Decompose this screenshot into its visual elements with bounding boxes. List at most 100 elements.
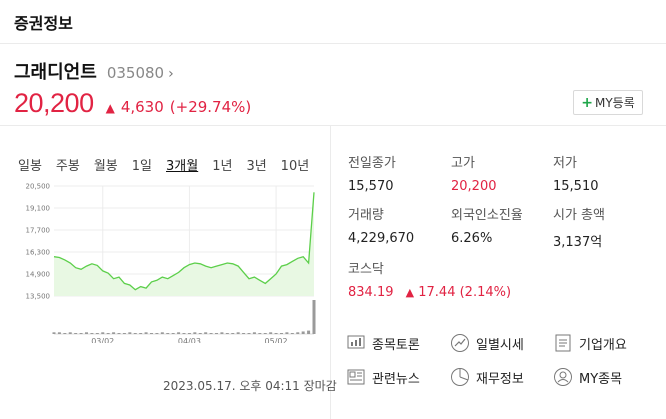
volume-bar xyxy=(160,332,164,334)
y-tick-label: 16,300 xyxy=(26,249,51,257)
volume-bar xyxy=(112,332,116,334)
tab-2[interactable]: 월봉 xyxy=(94,155,118,174)
volume-bar xyxy=(106,333,110,334)
price-chart: 20,500 19,100 17,700 16,300 14,900 13,500 03/0… xyxy=(14,178,324,343)
stock-summary: 그래디언트 035080 › 20,200 ▲ 4,630 (+29.74%) xyxy=(0,44,666,124)
stat-item: 거래량 4,229,670 xyxy=(348,204,414,246)
volume-bar xyxy=(57,332,61,334)
link-label: 일별시세 xyxy=(476,337,524,353)
volume-bar xyxy=(52,332,56,334)
volume-bar xyxy=(307,330,311,334)
volume-bar xyxy=(182,333,186,334)
x-tick-label: 05/02 xyxy=(265,337,288,343)
link-label: MY종목 xyxy=(579,371,623,387)
tab-0[interactable]: 일봉 xyxy=(18,155,42,174)
stat-value: 20,200 xyxy=(451,179,497,194)
volume-bar xyxy=(258,333,262,334)
volume-bar xyxy=(263,333,267,334)
x-tick-label: 03/02 xyxy=(91,337,114,343)
volume-bar xyxy=(269,332,273,334)
y-tick-label: 14,900 xyxy=(26,271,51,279)
stat-item: 고가 20,200 xyxy=(451,152,497,194)
volume-bar xyxy=(231,333,235,334)
link-label: 기업개요 xyxy=(579,337,627,353)
stat-value: 4,229,670 xyxy=(348,231,415,246)
price-row: 20,200 ▲ 4,630 (+29.74%) xyxy=(14,88,251,119)
tab-1[interactable]: 주봉 xyxy=(56,155,80,174)
tab-6[interactable]: 3년 xyxy=(246,155,266,174)
link-daily-chart[interactable]: 일별시세 xyxy=(450,333,524,353)
stat-item: 외국인소진율 6.26% xyxy=(451,204,523,246)
volume-bar xyxy=(171,333,175,334)
plus-icon: + xyxy=(581,94,593,111)
stock-name[interactable]: 그래디언트 xyxy=(14,58,97,84)
chevron-right-icon[interactable]: › xyxy=(168,66,174,82)
my-stocks-icon xyxy=(553,367,573,387)
price-chart-svg: 20,500 19,100 17,700 16,300 14,900 13,500 03/0… xyxy=(26,183,316,343)
volume-bar xyxy=(290,333,294,334)
tab-5[interactable]: 1년 xyxy=(212,155,232,174)
stat-label: 저가 xyxy=(553,156,577,171)
stat-label: 거래량 xyxy=(348,208,384,223)
volume-bar xyxy=(236,332,240,334)
stat-value: 3,137억 xyxy=(553,235,603,250)
up-arrow-icon: ▲ xyxy=(105,101,115,115)
volume-bar xyxy=(204,332,208,334)
divider xyxy=(330,125,331,419)
volume-bar xyxy=(79,333,83,334)
price-change-percent: (+29.74%) xyxy=(169,98,252,116)
kosdaq-values: 834.19 ▲ 17.44 (2.14%) xyxy=(348,285,511,300)
volume-bar xyxy=(128,332,132,334)
volume-bar xyxy=(252,332,256,334)
period-tabs: 일봉 주봉 월봉 1일 3개월 1년 3년 10년 xyxy=(18,155,309,174)
up-arrow-icon: ▲ xyxy=(405,286,415,299)
tab-4[interactable]: 3개월 xyxy=(166,155,198,174)
volume-bar xyxy=(90,333,94,334)
stat-value: 15,570 xyxy=(348,179,394,194)
daily-chart-icon xyxy=(450,333,470,353)
link-discussion[interactable]: 종목토론 xyxy=(346,333,420,353)
volume-bar xyxy=(68,332,72,334)
stock-name-row[interactable]: 그래디언트 035080 › xyxy=(14,58,174,84)
link-financial-pie[interactable]: 재무정보 xyxy=(450,367,524,387)
link-company-overview[interactable]: 기업개요 xyxy=(553,333,627,353)
volume-bar xyxy=(133,333,137,334)
stat-item: 시가 총액 3,137억 xyxy=(553,204,605,250)
link-my-stocks[interactable]: MY종목 xyxy=(553,367,622,387)
my-register-button[interactable]: + MY등록 xyxy=(573,90,643,115)
kosdaq-value: 834.19 xyxy=(348,285,394,300)
divider xyxy=(0,125,666,126)
volume-bar xyxy=(274,333,278,334)
stat-value: 15,510 xyxy=(553,179,599,194)
volume-bar xyxy=(301,331,305,334)
volume-bar xyxy=(74,333,78,334)
stat-label: 외국인소진율 xyxy=(451,208,523,223)
link-label: 종목토론 xyxy=(372,337,420,353)
volume-bar xyxy=(220,332,224,334)
volume-bar xyxy=(63,333,67,334)
link-label: 재무정보 xyxy=(476,371,524,387)
volume-bar xyxy=(85,332,88,334)
stat-label: 시가 총액 xyxy=(553,208,605,223)
y-tick-label: 19,100 xyxy=(26,205,51,213)
volume-bar xyxy=(187,333,191,334)
volume-bar xyxy=(280,333,283,334)
volume-bar xyxy=(177,332,181,334)
stat-item: 전일종가 15,570 xyxy=(348,152,396,194)
tab-7[interactable]: 10년 xyxy=(281,155,310,174)
link-news[interactable]: 관련뉴스 xyxy=(346,367,420,387)
tab-3[interactable]: 1일 xyxy=(132,155,152,174)
volume-bar xyxy=(144,332,148,334)
my-register-label: MY등록 xyxy=(594,96,635,110)
stat-item: 저가 15,510 xyxy=(553,152,599,194)
volume-bar xyxy=(155,333,159,334)
section-title: 증권정보 xyxy=(14,14,73,33)
kosdaq-change: 17.44 xyxy=(418,285,456,300)
y-tick-label: 13,500 xyxy=(26,293,51,301)
company-overview-icon xyxy=(553,333,573,353)
volume-bar xyxy=(215,333,218,334)
price-change: 4,630 xyxy=(120,98,164,116)
current-price: 20,200 xyxy=(14,88,94,118)
stock-code[interactable]: 035080 xyxy=(107,64,164,82)
y-tick-label: 20,500 xyxy=(26,183,51,191)
